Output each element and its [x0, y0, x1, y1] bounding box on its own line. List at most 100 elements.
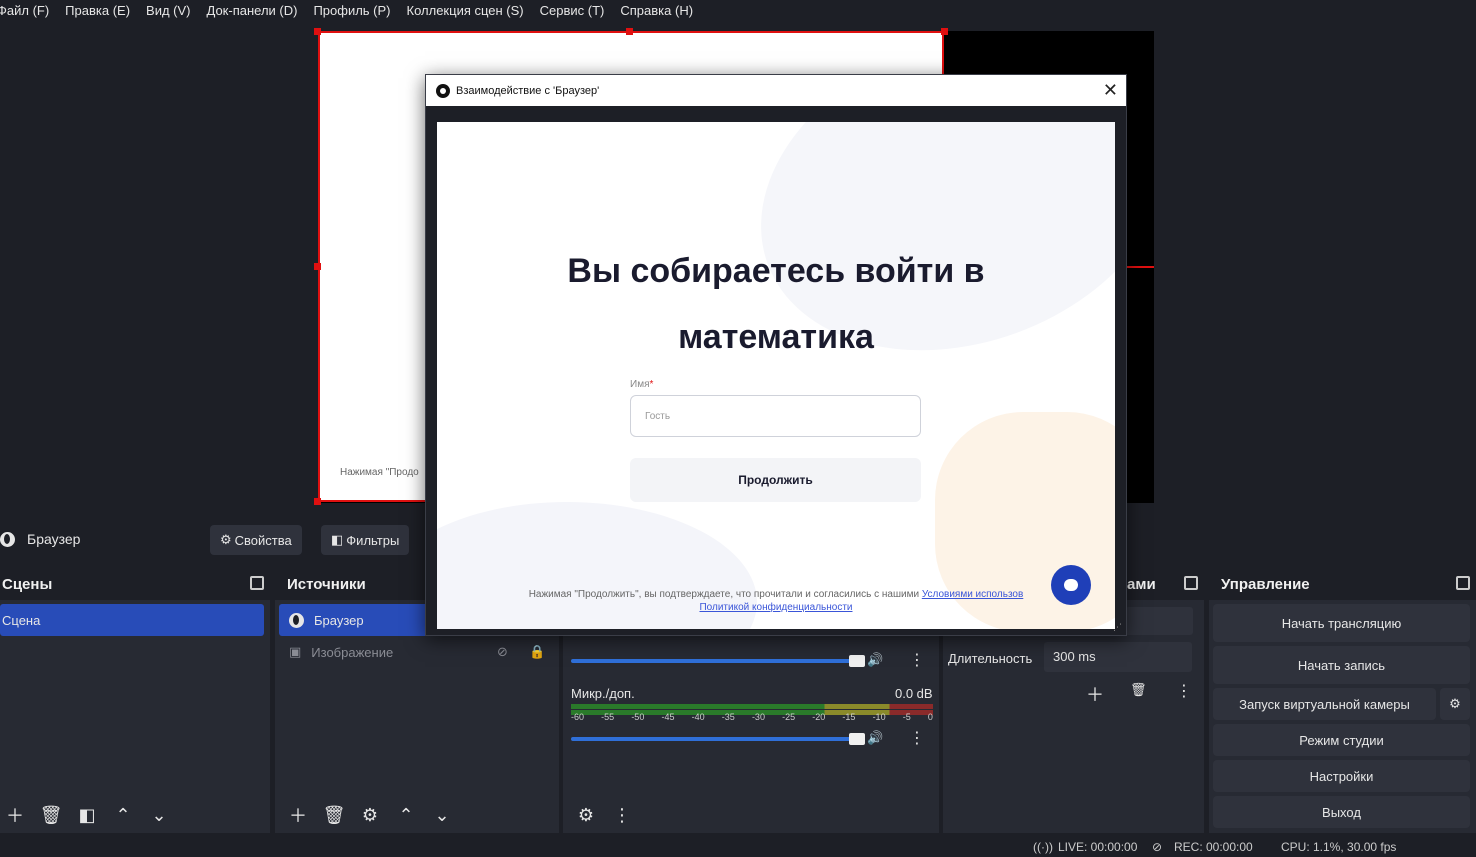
menu-view[interactable]: Вид (V) [138, 3, 198, 18]
selected-source-name: Браузер [27, 531, 81, 547]
mixer-channel-name: Микр./доп. [571, 686, 635, 701]
menu-profile[interactable]: Профиль (P) [305, 3, 398, 18]
more-icon[interactable]: ⋮ [909, 728, 925, 748]
mixer-footer: ⚙ ⋮ [563, 797, 939, 833]
speaker-icon[interactable]: 🔊 [867, 730, 883, 746]
menu-file[interactable]: Файл (F) [0, 3, 57, 18]
name-label-text: Имя [630, 379, 650, 390]
meter-tick: -50 [631, 712, 645, 722]
slider-knob[interactable] [849, 655, 865, 667]
start-recording-button[interactable]: Начать запись [1213, 646, 1470, 684]
transitions-title: ами [1127, 575, 1156, 593]
privacy-link[interactable]: Политикой конфиденциальности [699, 602, 852, 613]
meter-tick: -15 [842, 712, 856, 722]
scenes-dock: Сцены Сцена ＋ 🗑 ◧ ⌃ ⌄ [0, 568, 270, 833]
advanced-audio-icon[interactable]: ⚙ [571, 801, 601, 829]
scene-item[interactable]: Сцена [0, 604, 264, 636]
more-icon[interactable]: ⋮ [607, 801, 637, 829]
required-mark: * [649, 379, 654, 390]
start-virtual-camera-button[interactable]: Запуск виртуальной камеры [1213, 688, 1436, 720]
close-icon[interactable]: ✕ [1103, 79, 1118, 101]
move-up-button[interactable]: ⌃ [391, 801, 421, 829]
meter-bar [571, 704, 933, 709]
start-streaming-button[interactable]: Начать трансляцию [1213, 604, 1470, 642]
trash-icon[interactable]: 🗑 [36, 801, 66, 829]
page-title-line1: Вы собираетесь войти в [567, 252, 985, 290]
resize-handle-top[interactable] [626, 28, 633, 35]
live-timer: LIVE: 00:00:00 [1058, 840, 1138, 854]
scenes-title: Сцены [2, 575, 53, 593]
meter-tick: -45 [661, 712, 675, 722]
scenes-footer: ＋ 🗑 ◧ ⌃ ⌄ [0, 797, 270, 833]
virtual-camera-settings-button[interactable]: ⚙ [1440, 688, 1470, 720]
continue-button[interactable]: Продолжить [630, 458, 921, 502]
terms-link[interactable]: Условиями использов [922, 589, 1023, 600]
properties-label: Свойства [234, 532, 292, 548]
trash-icon[interactable]: 🗑 [319, 801, 349, 829]
menu-help[interactable]: Справка (H) [612, 3, 701, 18]
name-input[interactable] [630, 395, 921, 437]
scene-item-label: Сцена [2, 612, 41, 628]
menu-edit[interactable]: Правка (E) [57, 3, 138, 18]
properties-button[interactable]: ⚙ Свойства [210, 525, 302, 555]
menu-tools[interactable]: Сервис (T) [532, 3, 613, 18]
resize-handle-bl[interactable] [314, 498, 321, 505]
filters-button[interactable]: ◧ Фильтры [321, 525, 410, 555]
meter-tick: -30 [751, 712, 765, 722]
meter-tick: -35 [721, 712, 735, 722]
undock-icon[interactable] [250, 576, 264, 590]
gear-icon[interactable]: ⚙ [355, 801, 385, 829]
settings-label: Настройки [1309, 768, 1374, 784]
meter-tick: -25 [782, 712, 796, 722]
studio-mode-button[interactable]: Режим студии [1213, 724, 1470, 756]
rec-timer: REC: 00:00:00 [1174, 840, 1253, 854]
add-source-button[interactable]: ＋ [283, 801, 313, 829]
trash-icon[interactable]: 🗑 [1130, 682, 1147, 698]
chat-button[interactable] [1051, 565, 1091, 605]
virtual-camera-label: Запуск виртуальной камеры [1239, 696, 1410, 712]
slider-knob[interactable] [849, 733, 865, 745]
start-streaming-label: Начать трансляцию [1281, 615, 1402, 631]
volume-slider-1[interactable] [571, 655, 865, 667]
controls-title: Управление [1221, 575, 1310, 593]
source-item-image[interactable]: ▣ Изображение ⊘ 🔒 [275, 636, 559, 668]
move-down-button[interactable]: ⌄ [144, 801, 174, 829]
move-up-button[interactable]: ⌃ [108, 801, 138, 829]
meter-tick: 0 [927, 712, 933, 722]
volume-slider-2[interactable] [571, 733, 865, 745]
start-recording-label: Начать запись [1297, 657, 1386, 673]
source-item-label: Изображение [311, 644, 394, 660]
chat-icon [1064, 579, 1078, 591]
resize-handle-tr[interactable] [941, 28, 948, 35]
visibility-hidden-icon[interactable]: ⊘ [497, 644, 508, 660]
menu-scene-collection[interactable]: Коллекция сцен (S) [399, 3, 532, 18]
resize-handle-left[interactable] [314, 263, 321, 270]
add-transition-button[interactable]: ＋ [1086, 681, 1104, 707]
add-scene-button[interactable]: ＋ [0, 801, 30, 829]
resize-grip-icon[interactable]: ⋰ [1113, 622, 1122, 633]
more-icon[interactable]: ⋮ [909, 650, 925, 670]
filter-icon: ◧ [331, 532, 344, 547]
transition-select[interactable] [1125, 607, 1193, 635]
settings-button[interactable]: Настройки [1213, 760, 1470, 792]
menu-bar: Файл (F) Правка (E) Вид (V) Док-панели (… [0, 0, 1476, 20]
lock-icon[interactable]: 🔒 [529, 644, 545, 660]
more-icon[interactable]: ⋮ [1176, 681, 1192, 701]
menu-docks[interactable]: Док-панели (D) [199, 3, 306, 18]
dialog-titlebar[interactable]: Взаимодействие с 'Браузер' ✕ [426, 75, 1126, 106]
undock-icon[interactable] [1184, 576, 1198, 590]
duration-spinbox[interactable]: 300 ms [1044, 642, 1192, 672]
filter-icon[interactable]: ◧ [72, 801, 102, 829]
resize-handle-tl[interactable] [314, 28, 321, 35]
preview-behind-text: Нажимая "Продо [340, 467, 419, 478]
controls-dock: Управление Начать трансляцию Начать запи… [1209, 568, 1476, 833]
browser-page[interactable]: Вы собираетесь войти в математика Имя* П… [437, 122, 1115, 629]
exit-button[interactable]: Выход [1213, 796, 1470, 828]
move-down-button[interactable]: ⌄ [427, 801, 457, 829]
undock-icon[interactable] [1456, 576, 1470, 590]
cpu-stats: CPU: 1.1%, 30.00 fps [1281, 840, 1397, 854]
source-item-label: Браузер [314, 612, 364, 628]
speaker-icon[interactable]: 🔊 [867, 652, 883, 668]
meter-tick: -55 [601, 712, 615, 722]
meter-tick: -5 [902, 712, 911, 722]
